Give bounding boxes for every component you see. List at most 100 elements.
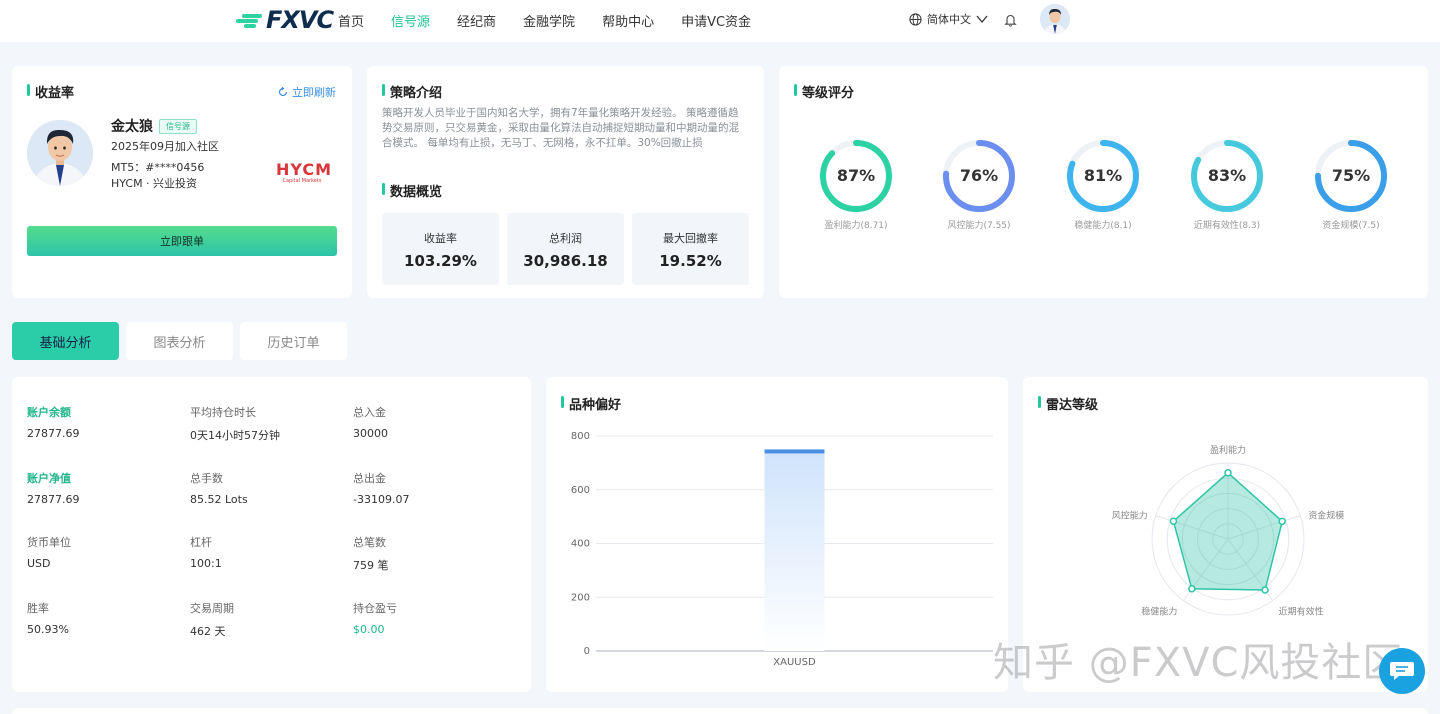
x-tick-label: XAUUSD: [773, 657, 816, 668]
language-select[interactable]: 简体中文: [909, 11, 993, 27]
broker-line: HYCM · 兴业投资: [111, 177, 198, 190]
nav-link-0[interactable]: 首页: [338, 11, 364, 30]
stat-box: 最大回撤率 19.52%: [632, 213, 749, 285]
radar-axis-label: 近期有效性: [1279, 605, 1324, 617]
refresh-icon: [278, 87, 288, 97]
radar-axis-label: 风控能力: [1112, 510, 1148, 522]
account-field-label: 账户净值: [27, 472, 71, 485]
profile-section-title: 收益率: [27, 82, 74, 101]
gauge-percent: 87%: [836, 166, 876, 185]
stat-value: 103.29%: [404, 252, 477, 270]
account-field-label: 交易周期: [190, 602, 234, 615]
rating-gauge: 81% 稳健能力(8.1): [1053, 138, 1153, 231]
gauge-ring: 87%: [818, 138, 894, 214]
account-field-label: 账户余额: [27, 406, 71, 419]
gauge-percent: 81%: [1083, 166, 1123, 185]
follow-button[interactable]: 立即跟单: [27, 226, 337, 256]
chevron-down-icon: [976, 15, 988, 24]
account-field-value: -33109.07: [353, 493, 410, 506]
account-field-label: 总手数: [190, 472, 223, 485]
trader-avatar: [27, 120, 93, 186]
account-field-label: 平均持仓时长: [190, 406, 256, 419]
refresh-button[interactable]: 立即刷新: [278, 84, 336, 100]
account-field-label: 总入金: [353, 406, 386, 419]
account-field-label: 杠杆: [190, 536, 212, 549]
watermark: 知乎 @FXVC风投社区: [993, 640, 1404, 686]
trader-name-row: 金太狼 信号源: [111, 116, 197, 136]
radar-axis-label: 稳健能力: [1141, 605, 1177, 617]
globe-icon: [909, 12, 922, 26]
gauge-label: 风控能力(7.55): [947, 221, 1011, 231]
fxvc-logo[interactable]: FXVC: [234, 6, 334, 34]
account-field-label: 胜率: [27, 602, 49, 615]
gauge-percent: 83%: [1207, 166, 1247, 185]
account-field-label: 总笔数: [353, 536, 386, 549]
nav-link-2[interactable]: 经纪商: [457, 11, 496, 30]
stat-value: 30,986.18: [523, 252, 608, 270]
rating-gauge: 87% 盈利能力(8.71): [806, 138, 906, 231]
y-tick-label: 0: [584, 646, 590, 657]
next-card: [12, 708, 1428, 714]
account-field-value: 100:1: [190, 557, 222, 570]
trader-name: 金太狼: [111, 119, 153, 135]
chat-button[interactable]: [1379, 648, 1425, 694]
gauge-label: 盈利能力(8.71): [824, 221, 888, 231]
logo-text: FXVC: [266, 6, 334, 34]
nav-links: 首页 信号源 经纪商 金融学院 帮助中心 申请VC资金: [338, 0, 778, 40]
strategy-card: 策略介绍 策略开发人员毕业于国内知名大学，拥有7年量化策略开发经验。 策略遵循趋…: [367, 66, 764, 298]
nav-link-5[interactable]: 申请VC资金: [681, 11, 751, 30]
gauge-ring: 76%: [941, 138, 1017, 214]
stat-value: 19.52%: [659, 252, 722, 270]
variety-card: 品种偏好 0 200 400 600 800 XAUUSD: [546, 377, 1008, 692]
tab-1[interactable]: 图表分析: [126, 322, 233, 360]
user-avatar[interactable]: [1040, 4, 1070, 34]
radar-axis-label: 资金规模: [1308, 510, 1344, 522]
overview-title: 数据概览: [382, 181, 442, 200]
bell-icon[interactable]: [1004, 12, 1017, 31]
stat-box: 总利润 30,986.18: [507, 213, 624, 285]
gauge-ring: 75%: [1313, 138, 1389, 214]
account-field-value: 30000: [353, 427, 388, 440]
nav-link-4[interactable]: 帮助中心: [602, 11, 654, 30]
radar-area: [1172, 471, 1284, 591]
tab-0[interactable]: 基础分析: [12, 322, 119, 360]
account-field-value: 85.52 Lots: [190, 493, 248, 506]
gauge-ring: 81%: [1065, 138, 1141, 214]
account-card: 账户余额 27877.69 平均持仓时长 0天14小时57分钟 总入金 30000 账户净值…: [12, 377, 531, 692]
stat-box: 收益率 103.29%: [382, 213, 499, 285]
account-field-value: 27877.69: [27, 493, 80, 506]
account-field-value: USD: [27, 557, 51, 570]
gauge-ring: 83%: [1189, 138, 1265, 214]
account-field-label: 总出金: [353, 472, 386, 485]
variety-bar-chart: 0 200 400 600 800 XAUUSD: [571, 431, 993, 668]
rating-card: 等级评分 87% 盈利能力(8.71) 76% 风控能力(7.55) 81% 稳健能力(8…: [779, 66, 1428, 298]
gauge-label: 资金规模(7.5): [1322, 221, 1380, 231]
rating-title: 等级评分: [794, 82, 854, 101]
top-nav: FXVC 首页 信号源 经纪商 金融学院 帮助中心 申请VC资金 简体中文: [0, 0, 1440, 42]
signal-source-badge: 信号源: [159, 118, 197, 134]
account-field-value: 27877.69: [27, 427, 80, 440]
rating-gauge: 75% 资金规模(7.5): [1301, 138, 1401, 231]
strategy-intro: 策略开发人员毕业于国内知名大学，拥有7年量化策略开发经验。 策略遵循趋势交易原则…: [382, 107, 739, 149]
stat-label: 最大回撤率: [663, 232, 718, 245]
bar[interactable]: [764, 449, 825, 651]
radar-point[interactable]: [1278, 517, 1286, 526]
radar-point[interactable]: [1224, 469, 1232, 477]
joined-date: 2025年09月加入社区: [111, 140, 219, 153]
account-field-value: 759 笔: [353, 559, 389, 572]
radar-point[interactable]: [1261, 586, 1269, 594]
tab-2[interactable]: 历史订单: [240, 322, 347, 360]
radar-point[interactable]: [1169, 517, 1178, 526]
gauge-label: 近期有效性(8.3): [1193, 221, 1261, 231]
stat-label: 总利润: [549, 232, 582, 245]
gauge-percent: 75%: [1331, 166, 1371, 185]
gauge-percent: 76%: [959, 166, 999, 185]
strategy-title: 策略介绍: [382, 82, 442, 101]
language-label: 简体中文: [927, 13, 971, 26]
nav-link-3[interactable]: 金融学院: [523, 11, 575, 30]
radar-point[interactable]: [1188, 585, 1196, 593]
nav-link-1[interactable]: 信号源: [391, 11, 430, 30]
account-field-label: 货币单位: [27, 536, 71, 549]
rating-gauge: 83% 近期有效性(8.3): [1177, 138, 1277, 231]
account-field-value: $0.00: [353, 623, 385, 636]
